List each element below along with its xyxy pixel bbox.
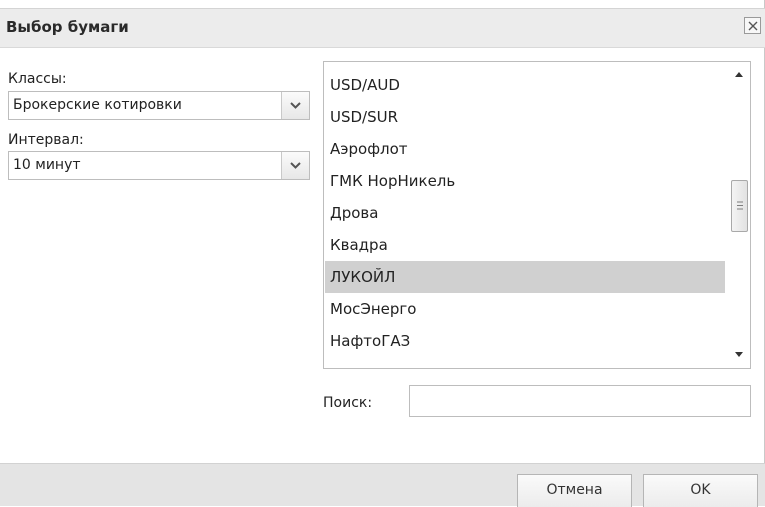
select-security-dialog: Выбор бумаги Классы: Брокерские котировк… bbox=[0, 0, 765, 507]
list-item[interactable]: НафтоГАЗ bbox=[325, 325, 725, 357]
search-input[interactable] bbox=[409, 385, 751, 417]
list-item[interactable]: МосЭнерго bbox=[325, 293, 725, 325]
list-item[interactable]: Квадра bbox=[325, 229, 725, 261]
classes-label: Классы: bbox=[8, 71, 67, 87]
list-item[interactable]: Аэрофлот bbox=[325, 133, 725, 165]
list-item[interactable]: ГМК НорНикель bbox=[325, 165, 725, 197]
interval-dropdown-trigger[interactable] bbox=[281, 152, 309, 179]
securities-listbox[interactable]: НафтоГАЗ МосЭнерго ЛУКОЙЛ Квадра Дрова ГМК Но… bbox=[323, 61, 751, 369]
classes-combobox[interactable]: Брокерские котировки bbox=[8, 91, 310, 120]
interval-value: 10 минут bbox=[13, 157, 81, 173]
chevron-down-icon bbox=[290, 102, 301, 109]
ok-button[interactable]: OK bbox=[643, 474, 758, 507]
classes-value: Брокерские котировки bbox=[13, 97, 182, 113]
grip-icon bbox=[737, 201, 743, 210]
scrollbar-thumb[interactable] bbox=[731, 180, 748, 232]
dialog-title: Выбор бумаги bbox=[6, 18, 129, 36]
close-icon bbox=[748, 21, 758, 31]
chevron-down-icon bbox=[290, 162, 301, 169]
interval-label: Интервал: bbox=[8, 132, 84, 148]
cancel-button[interactable]: Отмена bbox=[517, 474, 632, 507]
dialog-titlebar[interactable]: Выбор бумаги bbox=[0, 8, 765, 48]
list-item[interactable]: USD/SUR bbox=[325, 101, 725, 133]
list-scrollbar[interactable] bbox=[728, 62, 750, 368]
scroll-up-arrow-icon[interactable] bbox=[735, 72, 743, 77]
list-item[interactable]: ЛУКОЙЛ bbox=[325, 261, 725, 293]
scroll-down-arrow-icon[interactable] bbox=[735, 352, 743, 357]
list-item[interactable]: Дрова bbox=[325, 197, 725, 229]
close-button[interactable] bbox=[744, 17, 761, 34]
search-label: Поиск: bbox=[323, 395, 373, 411]
dialog-footer: Отмена OK bbox=[0, 463, 765, 507]
classes-dropdown-trigger[interactable] bbox=[281, 92, 309, 119]
interval-combobox[interactable]: 10 минут bbox=[8, 151, 310, 180]
list-item[interactable]: USD/AUD bbox=[325, 69, 725, 101]
